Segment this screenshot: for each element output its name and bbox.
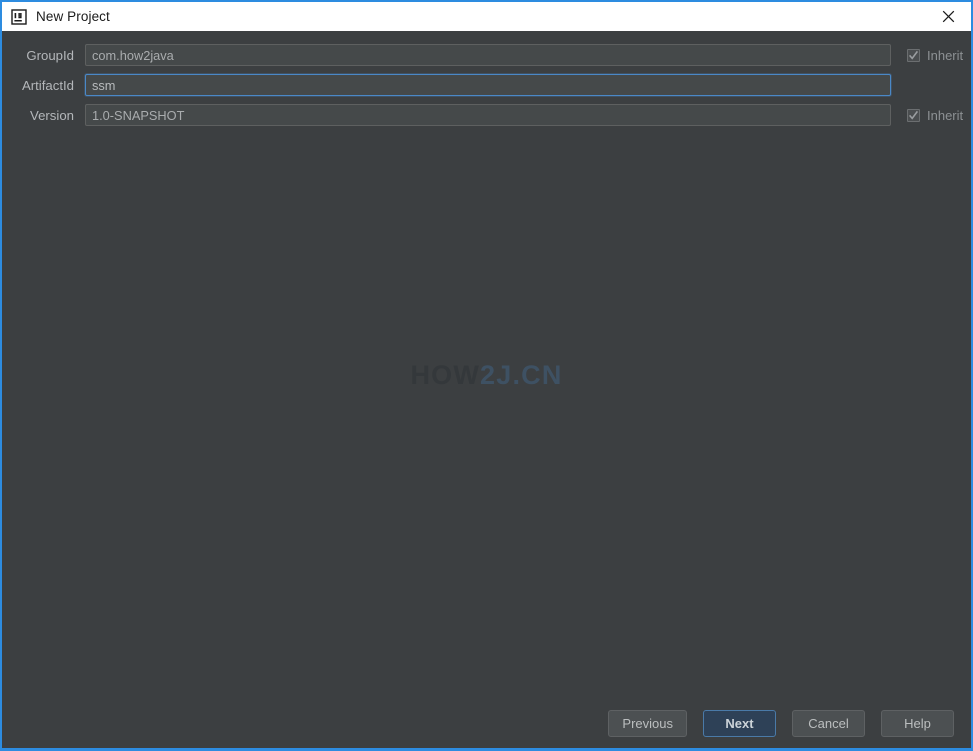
form-row-groupid: GroupId Inherit [2,40,971,70]
watermark: HOW2J.CN [0,360,973,391]
version-inherit-checkbox-group[interactable]: Inherit [907,108,963,123]
maven-coordinates-form: GroupId Inherit ArtifactId Version [2,31,971,126]
intellij-idea-icon [11,8,27,25]
form-row-version: Version Inherit [2,100,971,130]
checkbox-checked-icon[interactable] [907,108,920,122]
window-title: New Project [36,9,110,24]
close-icon[interactable] [925,2,971,31]
watermark-text-dark: HOW [410,360,481,390]
groupid-input[interactable] [85,44,891,66]
groupid-inherit-checkbox-group[interactable]: Inherit [907,48,963,63]
dialog-button-bar: Previous Next Cancel Help [2,698,971,748]
next-button[interactable]: Next [703,709,776,737]
version-input[interactable] [85,104,891,126]
artifactid-input[interactable] [85,74,891,96]
version-label: Version [30,107,74,123]
titlebar: New Project [2,2,971,31]
previous-button[interactable]: Previous [608,709,687,737]
groupid-inherit-label: Inherit [927,47,964,63]
artifactid-label: ArtifactId [21,77,74,93]
watermark-text-blue: 2J.CN [480,360,563,390]
form-row-artifactid: ArtifactId [2,70,971,100]
new-project-dialog: New Project GroupId Inherit Arti [0,0,973,751]
version-inherit-label: Inherit [927,107,964,123]
cancel-button[interactable]: Cancel [792,709,865,737]
help-button[interactable]: Help [881,709,954,737]
groupid-label: GroupId [26,47,74,63]
checkbox-checked-icon[interactable] [907,48,920,62]
